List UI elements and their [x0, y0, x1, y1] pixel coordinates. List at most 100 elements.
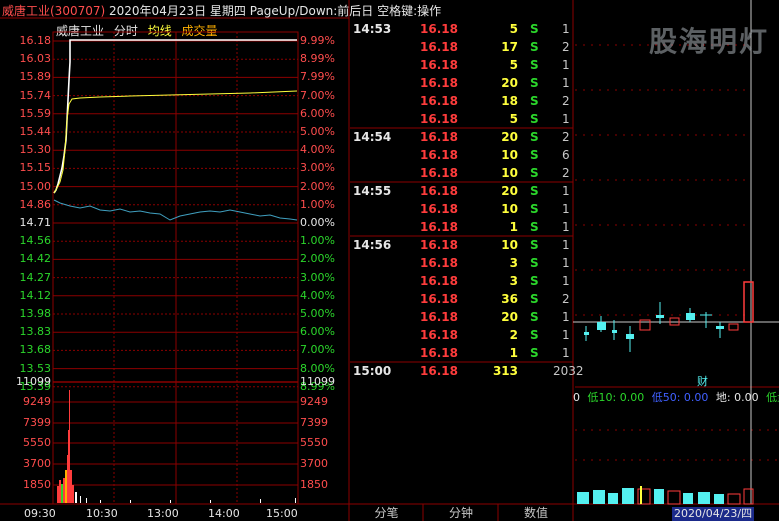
tick-direction: S	[530, 166, 539, 180]
percent-label: 0.00%	[300, 216, 335, 229]
indicator-low10: 低10: 0.00	[587, 391, 645, 404]
tick-count: 1	[562, 76, 570, 90]
time-label-1400: 14:00	[208, 507, 240, 520]
tick-direction: S	[530, 130, 539, 144]
tick-price: 16.18	[420, 364, 458, 378]
tick-count: 6	[562, 148, 570, 162]
price-label: 14.42	[19, 252, 52, 266]
tick-volume: 2	[509, 328, 518, 342]
percent-label: 8.00%	[300, 361, 335, 375]
volume-label: 9249	[23, 395, 51, 408]
percent-label: 7.00%	[300, 88, 335, 102]
tick-direction: S	[530, 58, 539, 72]
tick-volume: 18	[501, 94, 518, 108]
tick-price: 16.18	[420, 22, 458, 36]
tick-count: 1	[562, 58, 570, 72]
percent-label: 7.00%	[300, 343, 335, 357]
tick-time: 14:54	[353, 130, 392, 144]
time-label-1030: 10:30	[86, 507, 118, 520]
price-label: 16.03	[19, 52, 52, 66]
tick-volume: 20	[501, 130, 518, 144]
indicator-low-volume: 低量	[766, 391, 779, 404]
percent-label: 9.99%	[300, 34, 335, 47]
tick-direction: S	[530, 202, 539, 216]
tick-price: 16.18	[420, 220, 458, 234]
tick-row: 16.18 20 S 1	[350, 308, 575, 326]
volume-label: 7399	[23, 416, 51, 429]
indicator-low50: 低50: 0.00	[651, 391, 709, 404]
tick-row: 16.18 18 S 2	[350, 92, 575, 110]
price-label: 14.12	[19, 288, 52, 302]
percent-label: 2.00%	[300, 179, 335, 193]
tick-price: 16.18	[420, 130, 458, 144]
tab-fenbi[interactable]: 分笔	[350, 505, 423, 521]
tick-count: 1	[562, 202, 570, 216]
tick-volume: 3	[509, 256, 518, 270]
tick-row: 16.18 10 S 1	[350, 200, 575, 218]
price-label: 13.83	[19, 325, 52, 339]
tick-row: 16.18 20 S 1	[350, 74, 575, 92]
volume-label-right: 7399	[300, 416, 328, 429]
percent-label: 1.00%	[300, 234, 335, 248]
tick-count: 1	[562, 22, 570, 36]
tick-time: 15:00	[353, 364, 392, 378]
price-label: 15.44	[19, 125, 52, 138]
tick-count: 1	[562, 310, 570, 324]
tick-direction: S	[530, 238, 539, 252]
tick-count: 2	[562, 94, 570, 108]
tab-shuzhi[interactable]: 数值	[499, 505, 573, 521]
tick-price: 16.18	[420, 202, 458, 216]
tick-direction: S	[530, 94, 539, 108]
tick-volume: 313	[492, 364, 518, 378]
tick-price: 16.18	[420, 238, 458, 252]
tick-direction: S	[530, 112, 539, 126]
tick-direction: S	[530, 274, 539, 288]
price-label: 14.71	[19, 216, 52, 229]
time-label-0930: 09:30	[24, 507, 56, 520]
tick-volume: 10	[501, 202, 518, 216]
tick-volume: 1	[509, 346, 518, 360]
watermark-logo: 股海明灯	[648, 25, 769, 58]
tick-count: 1	[562, 274, 570, 288]
tick-row: 16.18 2 S 1	[350, 326, 575, 344]
percent-label: 6.00%	[300, 106, 335, 120]
tick-count: 1	[562, 112, 570, 126]
tick-price: 16.18	[420, 292, 458, 306]
tick-direction: S	[530, 22, 539, 36]
time-label-1500: 15:00	[266, 507, 298, 520]
tick-count: 2	[562, 40, 570, 54]
volume-label: 11099	[16, 375, 51, 388]
tick-count: 2	[562, 130, 570, 144]
tick-volume: 36	[501, 292, 518, 306]
tick-direction: S	[530, 292, 539, 306]
tick-volume: 10	[501, 148, 518, 162]
kline-grid	[573, 0, 779, 504]
tick-volume: 1	[509, 220, 518, 234]
percent-label: 6.00%	[300, 325, 335, 339]
tick-direction: S	[530, 220, 539, 234]
tick-volume: 20	[501, 184, 518, 198]
price-label: 14.56	[19, 234, 52, 248]
price-label: 15.59	[19, 106, 52, 120]
tick-direction: S	[530, 310, 539, 324]
tick-row: 16.18 5 S 1	[350, 110, 575, 128]
tick-row: 16.18 36 S 2	[350, 290, 575, 308]
tick-price: 16.18	[420, 112, 458, 126]
tick-volume: 17	[501, 40, 518, 54]
tick-time: 14:55	[353, 184, 392, 198]
tick-direction: S	[530, 184, 539, 198]
percent-label: 3.00%	[300, 270, 335, 284]
finance-marker[interactable]: 财	[697, 373, 708, 389]
price-label: 14.27	[19, 270, 52, 284]
tick-row: 16.18 10 S 6	[350, 146, 575, 164]
tick-row: 14:53 16.18 5 S 1	[350, 20, 575, 38]
tick-row: 16.18 10 S 2	[350, 164, 575, 182]
volume-label-right: 5550	[300, 436, 328, 449]
percent-label: 8.99%	[300, 52, 335, 66]
tick-time: 14:56	[353, 238, 392, 252]
price-label: 14.86	[19, 197, 52, 211]
tick-row: 14:54 16.18 20 S 2	[350, 128, 575, 146]
price-label: 13.68	[19, 343, 52, 357]
tab-fenzhong[interactable]: 分钟	[424, 505, 498, 521]
percent-label: 1.00%	[300, 197, 335, 211]
